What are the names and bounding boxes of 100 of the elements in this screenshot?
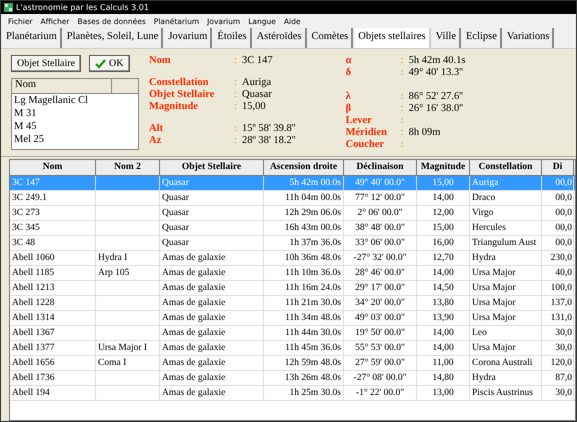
table-cell: 16,00 bbox=[417, 236, 470, 250]
table-cell: Amas de galaxie bbox=[160, 341, 264, 355]
table-cell: Ursa Major bbox=[470, 281, 542, 295]
table-cell: 00,0 bbox=[542, 236, 574, 250]
colon: : bbox=[234, 123, 238, 135]
table-cell: 14,00 bbox=[417, 341, 470, 355]
table-row[interactable]: 3C 249.1 Quasar 11h 04m 00.0s 77° 12' 00.0" 14,00 Draco 00,0 bbox=[10, 191, 575, 206]
table-cell: 00,0 bbox=[542, 206, 574, 220]
table-cell: 2° 06' 00.0" bbox=[344, 206, 417, 220]
column-header[interactable]: Di bbox=[542, 160, 574, 175]
table-cell: Quasar bbox=[160, 221, 264, 235]
table-cell: 12,70 bbox=[417, 251, 470, 265]
table-cell: 11h 45m 36.0s bbox=[264, 341, 344, 355]
table-cell: Amas de galaxie bbox=[160, 386, 264, 400]
field-value: 5h 42m 40.1s bbox=[408, 55, 466, 67]
field-label: α bbox=[346, 55, 352, 67]
field-value: 3C 147 bbox=[242, 55, 273, 67]
table-row[interactable]: Abell 194 Amas de galaxie 1h 25m 30.0s -1° 22' 00.0" 13,00 Piscis Austrinus 30,0 bbox=[10, 386, 575, 401]
table-cell: 14,00 bbox=[417, 326, 470, 340]
table-cell: 3C 48 bbox=[10, 236, 96, 250]
table-cell: 30,0 bbox=[542, 386, 574, 400]
table-cell: Ursa Major bbox=[470, 341, 542, 355]
field-label: δ bbox=[346, 67, 352, 79]
table-cell: Ursa Major I bbox=[96, 341, 160, 355]
table-cell: 87,0 bbox=[542, 371, 574, 385]
table-cell: Abell 1185 bbox=[10, 266, 96, 280]
table-row[interactable]: 3C 345 Quasar 16h 43m 00.0s 38° 48' 00.0" 15,00 Hercules 00,0 bbox=[10, 221, 575, 236]
table-cell: 15,00 bbox=[417, 221, 470, 235]
list-item[interactable]: M 45 bbox=[12, 120, 138, 133]
table-row[interactable]: Abell 1367 Amas de galaxie 11h 44m 30.0s 19° 50' 00.0" 14,00 Leo 30,0 bbox=[10, 326, 575, 341]
colon: : bbox=[400, 127, 404, 139]
table-cell: Hydra I bbox=[96, 251, 160, 265]
tab[interactable]: Eclipse bbox=[462, 28, 502, 48]
colon: : bbox=[400, 67, 404, 79]
tab[interactable]: Planétarium bbox=[3, 28, 62, 48]
tab[interactable]: Objets stellaires bbox=[355, 28, 431, 48]
colon: : bbox=[234, 101, 238, 113]
field-label: Alt bbox=[149, 123, 164, 135]
table-row[interactable]: Abell 1060 Hydra I Amas de galaxie 10h 36m 48.0s -27° 32' 00.0" 12,70 Hydra 230,0 bbox=[10, 251, 575, 266]
table-row[interactable]: Abell 1377 Ursa Major I Amas de galaxie 11h 45m 36.0s 55° 53' 00.0" 14,00 Ursa Major 30,0 bbox=[10, 341, 575, 356]
field-value: 28º 38' 18.2'' bbox=[242, 135, 296, 147]
table-cell: -27° 08' 00.0" bbox=[344, 371, 417, 385]
table-cell: 00,0 bbox=[542, 176, 574, 190]
tab[interactable]: Variations bbox=[504, 28, 554, 48]
colon: : bbox=[400, 115, 404, 127]
table-cell: 77° 12' 00.0" bbox=[344, 191, 417, 205]
colon: : bbox=[234, 77, 238, 89]
tab[interactable]: Ville bbox=[432, 28, 461, 48]
column-header[interactable]: Nom 2 bbox=[96, 160, 160, 175]
table-cell: 14,00 bbox=[417, 191, 470, 205]
column-header[interactable]: Nom bbox=[10, 160, 96, 175]
list-item[interactable]: M 31 bbox=[12, 107, 138, 120]
table-cell: 33° 06' 00.0" bbox=[344, 236, 417, 250]
table-cell: Ursa Major bbox=[470, 311, 542, 325]
table-cell: Abell 1367 bbox=[10, 326, 96, 340]
colon: : bbox=[400, 91, 404, 103]
window-title: L'astronomie par les Calculs 3.01 bbox=[16, 3, 149, 12]
table-cell: Amas de galaxie bbox=[160, 281, 264, 295]
table-cell: 15,00 bbox=[417, 176, 470, 190]
table-cell: Abell 1656 bbox=[10, 356, 96, 370]
table-row[interactable]: 3C 273 Quasar 12h 29m 06.0s 2° 06' 00.0" 12,00 Virgo 00,0 bbox=[10, 206, 575, 221]
table-row[interactable]: Abell 1213 Amas de galaxie 11h 16m 24.0s 29° 17' 00.0" 14,50 Ursa Major 100,0 bbox=[10, 281, 575, 296]
object-button[interactable]: Objet Stellaire bbox=[11, 55, 82, 72]
table-row[interactable]: Abell 1314 Amas de galaxie 11h 34m 48.0s 49° 03' 00.0" 13,90 Ursa Major 131,0 bbox=[10, 311, 575, 326]
ok-button[interactable]: OK bbox=[89, 55, 130, 72]
table-cell: Abell 1314 bbox=[10, 311, 96, 325]
list-item[interactable]: Lg Magellanic Cl bbox=[12, 94, 138, 107]
column-header[interactable]: Magnitude bbox=[417, 160, 470, 175]
tab[interactable]: Astéroïdes bbox=[254, 28, 306, 48]
field-label: Coucher bbox=[346, 139, 386, 151]
table-cell: -27° 32' 00.0" bbox=[344, 251, 417, 265]
colon: : bbox=[234, 89, 238, 101]
table-cell: 1h 37m 36.0s bbox=[264, 236, 344, 250]
colon: : bbox=[234, 135, 238, 147]
field-label: Magnitude bbox=[149, 101, 200, 113]
field-value: 8h 09m bbox=[408, 127, 440, 139]
table-cell: Quasar bbox=[160, 206, 264, 220]
tab[interactable]: Comètes bbox=[308, 28, 354, 48]
column-header[interactable]: Ascension droite bbox=[264, 160, 344, 175]
table-cell: 14,80 bbox=[417, 371, 470, 385]
table-cell: 49° 03' 00.0" bbox=[344, 311, 417, 325]
table-cell: 120,0 bbox=[542, 356, 574, 370]
table-row[interactable]: Abell 1656 Coma I Amas de galaxie 12h 59m 48.0s 27° 59' 00.0" 11,00 Corona Australi 120,0 bbox=[10, 356, 575, 371]
column-header[interactable]: Constellation bbox=[470, 160, 542, 175]
table-cell: 27° 59' 00.0" bbox=[344, 356, 417, 370]
table-cell: 11h 16m 24.0s bbox=[264, 281, 344, 295]
table-row[interactable]: Abell 1185 Arp 105 Amas de galaxie 11h 10m 36.0s 28° 46' 00.0" 14,00 Ursa Major 40,0 bbox=[10, 266, 575, 281]
field-value: Quasar bbox=[242, 89, 272, 101]
table-cell: Abell 1228 bbox=[10, 296, 96, 310]
table-cell: 230,0 bbox=[542, 251, 574, 265]
tab[interactable]: Jovarium bbox=[165, 28, 212, 48]
column-header[interactable]: Déclinaison bbox=[344, 160, 417, 175]
table-row[interactable]: 3C 48 Quasar 1h 37m 36.0s 33° 06' 00.0" 16,00 Triangulum Aust 00,0 bbox=[10, 236, 575, 251]
tab[interactable]: Planètes, Soleil, Lune bbox=[64, 28, 164, 48]
column-header[interactable]: Objet Stellaire bbox=[160, 160, 264, 175]
tab[interactable]: Étoiles bbox=[214, 28, 252, 48]
table-row[interactable]: Abell 1228 Amas de galaxie 11h 21m 30.0s 34° 20' 00.0" 13,80 Ursa Major 137,0 bbox=[10, 296, 575, 311]
list-item[interactable]: Mel 25 bbox=[12, 133, 138, 146]
table-cell: Amas de galaxie bbox=[160, 356, 264, 370]
table-row[interactable]: Abell 1736 Amas de galaxie 13h 26m 48.0s -27° 08' 00.0" 14,80 Hydra 87,0 bbox=[10, 371, 575, 386]
